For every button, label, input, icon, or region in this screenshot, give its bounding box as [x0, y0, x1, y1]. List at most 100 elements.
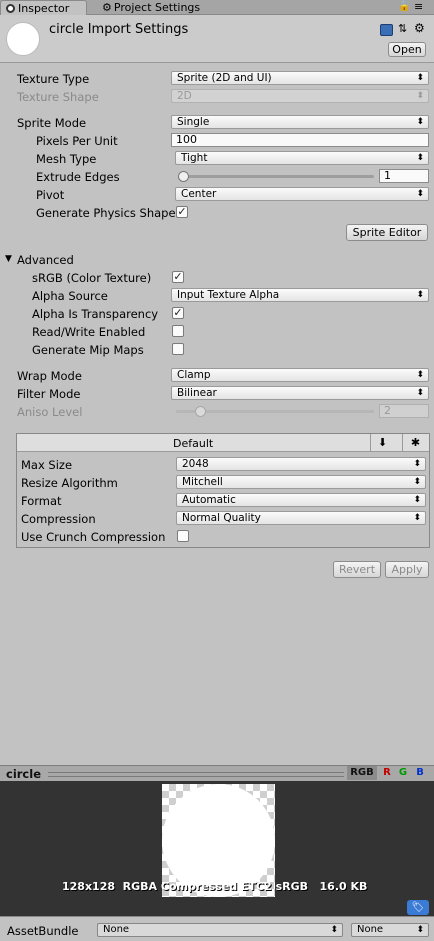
tab-project-settings-label: Project Settings: [113, 1, 201, 14]
download-icon[interactable]: ⬇: [370, 434, 394, 452]
chevron-icon: ⬍: [416, 153, 424, 163]
sprite-mode-label: Sprite Mode: [17, 116, 87, 130]
asset-bundle-variant-dropdown[interactable]: None ⬍: [351, 923, 429, 937]
asset-bundle-dropdown[interactable]: None ⬍: [97, 923, 343, 937]
chevron-icon: ⬍: [413, 495, 421, 505]
info-icon: [6, 4, 15, 13]
wrap-mode-label: Wrap Mode: [17, 369, 82, 383]
mesh-type-value: Tight: [181, 152, 208, 164]
preset-icon[interactable]: ⇅: [398, 22, 407, 35]
pixels-per-unit-field[interactable]: 100: [171, 133, 429, 147]
extrude-edges-label: Extrude Edges: [36, 170, 120, 184]
texture-type-label: Texture Type: [17, 72, 90, 86]
aniso-level-label: Aniso Level: [17, 405, 83, 419]
generate-physics-shape-checkbox[interactable]: ✓: [176, 206, 188, 218]
help-icon[interactable]: [380, 24, 393, 36]
srgb-label: sRGB (Color Texture): [32, 271, 152, 285]
asset-thumbnail: [6, 22, 40, 56]
chevron-icon: ⬍: [416, 73, 424, 83]
tab-project-settings[interactable]: ⚙ Project Settings: [102, 0, 222, 15]
max-size-dropdown[interactable]: 2048 ⬍: [176, 457, 426, 471]
read-write-checkbox[interactable]: [172, 325, 184, 337]
wrap-mode-dropdown[interactable]: Clamp ⬍: [171, 368, 429, 382]
compression-label: Compression: [21, 512, 96, 526]
alpha-source-label: Alpha Source: [32, 289, 108, 303]
texture-shape-dropdown: 2D ⬍: [171, 89, 429, 103]
chevron-icon: ⬍: [416, 290, 424, 300]
max-size-label: Max Size: [21, 458, 73, 472]
alpha-is-transparency-label: Alpha Is Transparency: [32, 307, 159, 321]
read-write-label: Read/Write Enabled: [32, 325, 146, 339]
mesh-type-dropdown[interactable]: Tight ⬍: [175, 151, 429, 165]
lock-icon[interactable]: 🔒: [398, 1, 410, 12]
pivot-value: Center: [181, 188, 217, 200]
texture-shape-label: Texture Shape: [17, 90, 99, 104]
extrude-edges-slider[interactable]: [180, 175, 374, 178]
alpha-source-dropdown[interactable]: Input Texture Alpha ⬍: [171, 288, 429, 302]
extrude-edges-knob[interactable]: [178, 171, 189, 182]
pivot-dropdown[interactable]: Center ⬍: [175, 187, 429, 201]
chevron-icon: ⬍: [413, 477, 421, 487]
texture-type-value: Sprite (2D and UI): [177, 72, 272, 84]
chevron-icon: ⬍: [416, 388, 424, 398]
chevron-icon: ⬍: [330, 925, 338, 935]
mesh-type-label: Mesh Type: [36, 152, 97, 166]
filter-mode-dropdown[interactable]: Bilinear ⬍: [171, 386, 429, 400]
label-tag-icon[interactable]: 🏷: [407, 900, 429, 915]
crunch-compression-label: Use Crunch Compression: [21, 530, 166, 544]
sprite-editor-button[interactable]: Sprite Editor: [346, 224, 428, 241]
tab-inspector-label: Inspector: [18, 2, 70, 15]
channel-g-button[interactable]: G: [397, 766, 409, 780]
channel-rgb-button[interactable]: RGB: [347, 766, 377, 780]
channel-r-button[interactable]: R: [381, 766, 393, 780]
chevron-icon: ⬍: [416, 370, 424, 380]
menu-icon[interactable]: ≡: [414, 0, 423, 13]
advanced-foldout[interactable]: Advanced: [17, 253, 74, 267]
revert-button[interactable]: Revert: [333, 561, 381, 578]
resize-algorithm-dropdown[interactable]: Mitchell ⬍: [176, 475, 426, 489]
tab-default[interactable]: Default: [173, 437, 213, 450]
preview-drag-handle[interactable]: [48, 772, 344, 777]
asset-bundle-variant-value: None: [357, 924, 384, 935]
page-title: circle Import Settings: [49, 22, 189, 37]
platform-tab-bar: [17, 434, 429, 452]
max-size-value: 2048: [182, 458, 209, 470]
format-value: Automatic: [182, 494, 236, 506]
sprite-mode-value: Single: [177, 116, 210, 128]
pivot-label: Pivot: [36, 188, 65, 202]
texture-type-dropdown[interactable]: Sprite (2D and UI) ⬍: [171, 71, 429, 85]
crunch-compression-checkbox[interactable]: [177, 530, 189, 542]
foldout-arrow-icon[interactable]: ▼: [5, 254, 12, 264]
compression-value: Normal Quality: [182, 512, 261, 524]
resize-algorithm-label: Resize Algorithm: [21, 476, 118, 490]
sprite-mode-dropdown[interactable]: Single ⬍: [171, 115, 429, 129]
srgb-checkbox[interactable]: ✓: [172, 271, 184, 283]
compression-dropdown[interactable]: Normal Quality ⬍: [176, 511, 426, 525]
android-icon[interactable]: ✱: [402, 434, 428, 452]
aniso-level-field: 2: [379, 404, 429, 418]
aniso-level-knob: [195, 406, 206, 417]
preview-title: circle: [6, 767, 41, 781]
generate-physics-shape-label: Generate Physics Shape: [36, 206, 176, 220]
chevron-icon: ⬍: [413, 513, 421, 523]
filter-mode-label: Filter Mode: [17, 387, 81, 401]
extrude-edges-field[interactable]: 1: [379, 169, 429, 183]
alpha-is-transparency-checkbox[interactable]: ✓: [172, 307, 184, 319]
open-button[interactable]: Open: [388, 42, 426, 57]
channel-b-button[interactable]: B: [414, 766, 426, 780]
asset-bundle-label: AssetBundle: [7, 924, 79, 938]
mip-maps-checkbox[interactable]: [172, 343, 184, 355]
format-dropdown[interactable]: Automatic ⬍: [176, 493, 426, 507]
apply-button[interactable]: Apply: [385, 561, 429, 578]
chevron-icon: ⬍: [413, 459, 421, 469]
texture-shape-value: 2D: [177, 90, 192, 102]
resize-algorithm-value: Mitchell: [182, 476, 223, 488]
chevron-icon: ⬍: [416, 117, 424, 127]
tab-inspector[interactable]: Inspector: [0, 0, 87, 15]
settings-gear-icon[interactable]: ⚙: [414, 21, 425, 35]
texture-info: 128x128 RGBA Compressed ETC2 sRGB 16.0 K…: [62, 880, 368, 893]
asset-bundle-value: None: [103, 924, 130, 935]
alpha-source-value: Input Texture Alpha: [177, 289, 280, 301]
chevron-icon: ⬍: [416, 189, 424, 199]
pixels-per-unit-label: Pixels Per Unit: [36, 134, 118, 148]
